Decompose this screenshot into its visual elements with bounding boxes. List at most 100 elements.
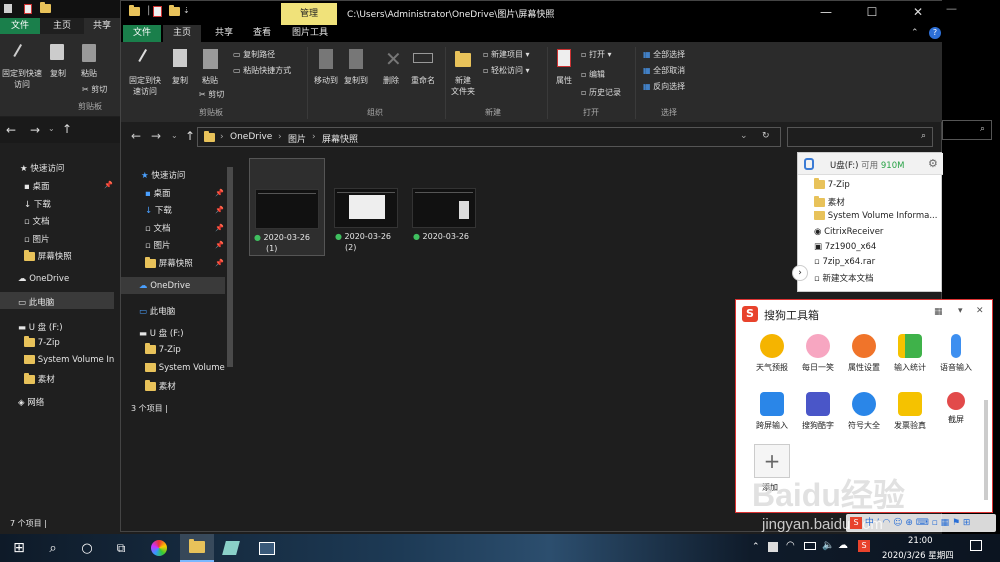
tab-file[interactable]: 文件 — [123, 25, 161, 42]
file-item[interactable]: ● 2020-03-26 (1) — [249, 158, 325, 256]
rename-button[interactable]: 重命名 — [407, 75, 439, 86]
nav-7zip[interactable]: 7-Zip — [145, 343, 181, 355]
properties-button[interactable]: 属性 — [551, 75, 577, 86]
bg-forward-icon[interactable]: → — [30, 123, 40, 137]
move-to-button[interactable]: 移动到 — [311, 75, 341, 86]
sogou-status-bar[interactable]: S 中 ʼ ◠ ☺ ⊕ ⌨ ▫ ▦ ⚑ ⊞ — [846, 514, 996, 532]
recent-chevron-icon[interactable]: ⌄ — [171, 131, 178, 140]
tool-weather[interactable]: 天气预报 — [746, 334, 798, 373]
volume-icon[interactable]: 🔈 — [822, 540, 834, 551]
history-button[interactable]: ▫ 历史记录 — [581, 87, 621, 98]
usb-item[interactable]: 7-Zip — [814, 178, 850, 190]
close-button[interactable]: ✕ — [895, 1, 941, 23]
cut-button[interactable]: ✂ 剪切 — [199, 89, 224, 100]
expand-chevron-icon[interactable]: › — [792, 265, 808, 281]
select-all-button[interactable]: ▦ 全部选择 — [643, 49, 685, 60]
bg-nav-7zip[interactable]: 7-Zip — [24, 336, 60, 348]
nav-this-pc[interactable]: ▭ 此电脑 — [139, 305, 175, 317]
tool-stats[interactable]: 输入统计 — [884, 334, 936, 373]
usb-item[interactable]: 素材 — [814, 196, 845, 208]
sogou-tray-icon[interactable]: S — [858, 540, 870, 552]
search-icon[interactable]: ⌕ — [36, 534, 70, 562]
bg-paste-button[interactable]: 粘贴 — [76, 68, 102, 79]
easy-access-button[interactable]: ▫ 轻松访问 ▾ — [483, 65, 530, 76]
bg-nav-desktop[interactable]: ▪ 桌面 — [24, 180, 49, 192]
cloud-icon[interactable]: ☁ — [838, 540, 848, 551]
bg-tab-file[interactable]: 文件 — [0, 18, 40, 34]
photos-taskbar-icon[interactable] — [250, 534, 284, 562]
up-icon[interactable]: ↑ — [185, 129, 195, 143]
paste-button[interactable]: 粘贴 — [197, 75, 223, 86]
refresh-icon[interactable]: ↻ — [762, 131, 770, 141]
copy-button[interactable]: 复制 — [167, 75, 193, 86]
delete-button[interactable]: 删除 — [379, 75, 403, 86]
breadcrumb-onedrive[interactable]: OneDrive — [230, 132, 272, 142]
bg-back-icon[interactable]: ← — [6, 123, 16, 137]
bg-nav-udisk[interactable]: ▬ U 盘 (F:) — [18, 321, 63, 333]
edit-button[interactable]: ▫ 编辑 — [581, 69, 605, 80]
usb-item[interactable]: ▫ 7zip_x64.rar — [814, 257, 875, 267]
bg-nav-onedrive[interactable]: ☁ OneDrive — [18, 274, 69, 284]
bg-nav-downloads[interactable]: ↓ 下载 — [24, 198, 51, 210]
nav-pictures[interactable]: ▫ 图片 — [145, 239, 170, 251]
nav-udisk[interactable]: ▬ U 盘 (F:) — [139, 327, 184, 339]
tool-joke[interactable]: 每日一笑 — [792, 334, 844, 373]
nav-onedrive[interactable]: ☁ OneDrive — [139, 281, 190, 291]
tray-app-icon[interactable] — [768, 542, 778, 552]
grid-icon[interactable]: ▦ — [934, 307, 943, 317]
new-folder-icon[interactable] — [169, 5, 180, 16]
nav-documents[interactable]: ▫ 文档 — [145, 222, 170, 234]
bg-up-icon[interactable]: ↑ — [62, 122, 72, 136]
tool-invoice[interactable]: 发票验真 — [884, 392, 936, 431]
nav-scrollbar[interactable] — [227, 167, 233, 367]
bg-nav-quick[interactable]: ★ 快速访问 — [20, 162, 64, 174]
close-icon[interactable]: ✕ — [976, 306, 984, 316]
copy-path-button[interactable]: ▭ 复制路径 — [233, 49, 275, 60]
cortana-icon[interactable]: ○ — [70, 534, 104, 562]
menu-dropdown-icon[interactable]: ▾ — [958, 306, 963, 316]
search-input[interactable]: ⌕ — [787, 127, 933, 147]
breadcrumb-pictures[interactable]: 图片 — [288, 132, 306, 145]
tool-cool-font[interactable]: 搜狗酷字 — [792, 392, 844, 431]
tray-chevron-icon[interactable]: ⌃ — [752, 542, 760, 552]
qat-dropdown-icon[interactable]: ⇣ — [183, 6, 190, 15]
tab-share[interactable]: 共享 — [205, 25, 243, 42]
back-icon[interactable]: ← — [131, 129, 141, 143]
collapse-ribbon-icon[interactable]: ⌃ — [911, 28, 919, 38]
bg-nav-network[interactable]: ◈ 网络 — [18, 396, 44, 408]
clock-time[interactable]: 21:00 — [908, 536, 933, 546]
bg-copy-button[interactable]: 复制 — [46, 68, 70, 79]
nav-quick-access[interactable]: ★ 快速访问 — [141, 169, 185, 181]
maximize-button[interactable]: ☐ — [849, 1, 895, 23]
nav-sucai[interactable]: 素材 — [145, 380, 176, 392]
usb-item[interactable]: ▣ 7z1900_x64 — [814, 242, 876, 252]
bg-chevron-icon[interactable]: ⌄ — [48, 124, 55, 133]
tool-voice[interactable]: 语音输入 — [930, 334, 982, 373]
file-item[interactable]: ● 2020-03-26 (2) — [329, 158, 405, 256]
tool-symbols[interactable]: 符号大全 — [838, 392, 890, 431]
forward-icon[interactable]: → — [151, 129, 161, 143]
bg-nav-sysvol[interactable]: System Volume In — [24, 355, 116, 365]
nav-desktop[interactable]: ▪ 桌面 — [145, 187, 170, 199]
tool-settings[interactable]: 属性设置 — [838, 334, 890, 373]
tool-cross-screen[interactable]: 跨屏输入 — [746, 392, 798, 431]
app-color-icon[interactable] — [142, 534, 176, 562]
manage-tab[interactable]: 管理 — [281, 3, 337, 25]
paste-shortcut-button[interactable]: ▭ 粘贴快捷方式 — [233, 65, 291, 76]
properties-icon[interactable] — [153, 6, 162, 17]
bg-pin-button[interactable]: 固定到快速访问 — [2, 68, 42, 90]
bg-nav-pics[interactable]: ▫ 图片 — [24, 233, 49, 245]
nav-screenshots[interactable]: 屏幕快照 — [145, 257, 193, 269]
address-bar[interactable]: › OneDrive › 图片 › 屏幕快照 ⌄ ↻ — [197, 127, 781, 147]
invert-selection-button[interactable]: ▦ 反向选择 — [643, 81, 685, 92]
bg-nav-screenshots[interactable]: 屏幕快照 — [24, 250, 72, 262]
usb-item[interactable]: ▫ 新建文本文档 — [814, 272, 873, 284]
file-explorer-taskbar-icon[interactable] — [180, 534, 214, 562]
wifi-icon[interactable]: ◠ — [786, 540, 795, 551]
tab-home[interactable]: 主页 — [163, 25, 201, 42]
start-button[interactable]: ⊞ — [2, 534, 36, 562]
bg-nav-sucai[interactable]: 素材 — [24, 373, 55, 385]
tool-screenshot[interactable]: 截屏 — [930, 392, 982, 425]
pin-quick-access-button[interactable]: 固定到快 速访问 — [123, 75, 167, 97]
battery-icon[interactable] — [804, 542, 816, 550]
